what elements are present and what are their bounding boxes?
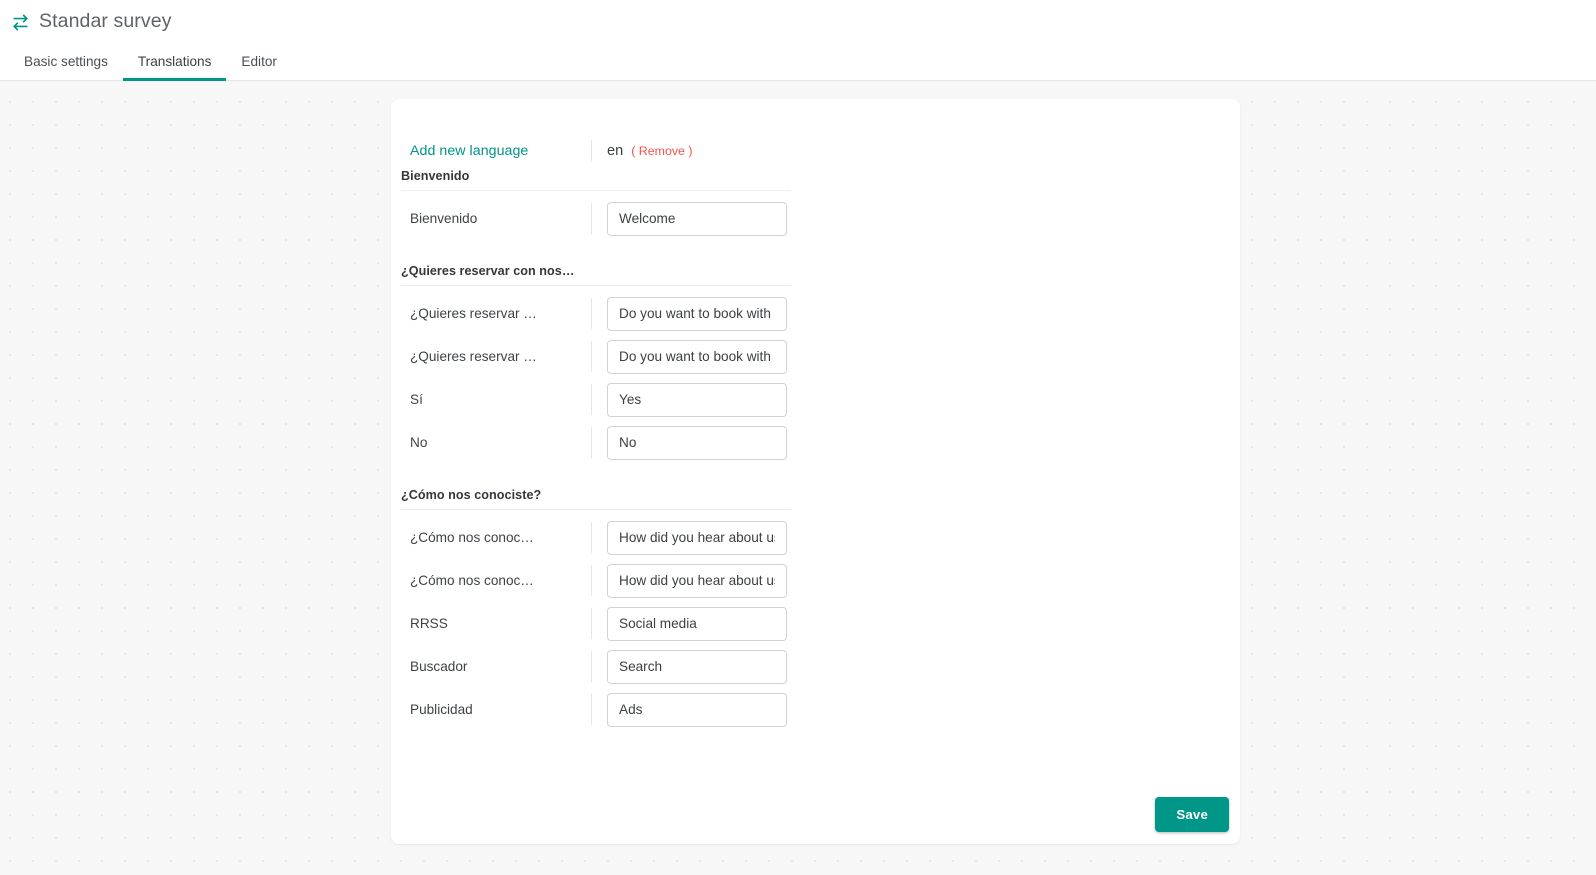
translation-input[interactable] xyxy=(607,563,787,598)
section-title: Bienvenido xyxy=(401,169,791,191)
translation-input[interactable] xyxy=(607,649,787,684)
card-footer: Save xyxy=(1155,797,1229,832)
tab-editor-label: Editor xyxy=(241,54,277,70)
translation-row: ¿Quieres reservar … xyxy=(401,292,1240,335)
tab-basic-settings[interactable]: Basic settings xyxy=(9,55,123,80)
translation-source-label: Buscador xyxy=(410,659,468,674)
translation-field-cell xyxy=(592,201,787,236)
save-button[interactable]: Save xyxy=(1155,797,1229,832)
translation-row: ¿Cómo nos conoc… xyxy=(401,559,1240,602)
tab-editor[interactable]: Editor xyxy=(226,55,292,80)
tab-basic-settings-label: Basic settings xyxy=(24,54,108,70)
translations-card-body: Add new language en ( Remove ) Bienvenid… xyxy=(391,99,1240,844)
translation-section: ¿Cómo nos conociste?¿Cómo nos conoc…¿Cóm… xyxy=(401,488,1240,731)
translation-section: Bienvenido Bienvenido xyxy=(401,169,1240,240)
translation-row: ¿Quieres reservar … xyxy=(401,335,1240,378)
translation-sections: Bienvenido Bienvenido ¿Quieres reservar co… xyxy=(391,169,1240,731)
add-new-language-link[interactable]: Add new language xyxy=(410,143,528,159)
translation-row: Buscador xyxy=(401,645,1240,688)
language-code-label: en xyxy=(607,142,624,159)
page-title-row: Standar survey xyxy=(0,0,1596,37)
translation-field-cell xyxy=(592,649,787,684)
top-bar: Standar survey Basic settings Translatio… xyxy=(0,0,1596,81)
translation-input[interactable] xyxy=(607,606,787,641)
tab-translations[interactable]: Translations xyxy=(122,54,227,81)
translation-row: No xyxy=(401,421,1240,464)
translation-source-label: No xyxy=(410,435,428,450)
translation-field-cell xyxy=(592,692,787,727)
language-bar: Add new language en ( Remove ) xyxy=(401,99,1240,169)
translation-source-label: ¿Cómo nos conoc… xyxy=(410,573,534,588)
translation-input[interactable] xyxy=(607,425,787,460)
add-language-cell: Add new language xyxy=(401,142,591,160)
translation-row: Sí xyxy=(401,378,1240,421)
translation-row: ¿Cómo nos conoc… xyxy=(401,516,1240,559)
translation-field-cell xyxy=(592,425,787,460)
translation-source-label: RRSS xyxy=(410,616,448,631)
translation-field-cell xyxy=(592,606,787,641)
translation-input[interactable] xyxy=(607,296,787,331)
translation-source-label: ¿Quieres reservar … xyxy=(410,349,537,364)
translation-source-label: Publicidad xyxy=(410,702,473,717)
translation-input[interactable] xyxy=(607,520,787,555)
translation-source-label: Sí xyxy=(410,392,423,407)
section-rows: ¿Quieres reservar … ¿Quieres reservar … Sí… xyxy=(401,286,1240,464)
remove-language-link[interactable]: ( Remove ) xyxy=(631,144,692,158)
translation-field-cell xyxy=(592,339,787,374)
translation-input[interactable] xyxy=(607,382,787,417)
translation-row: RRSS xyxy=(401,602,1240,645)
tab-bar: Basic settings Translations Editor xyxy=(0,37,1596,81)
section-rows: ¿Cómo nos conoc… ¿Cómo nos conoc… RRSS Busc… xyxy=(401,510,1240,731)
translation-field-cell xyxy=(592,520,787,555)
translation-row: Bienvenido xyxy=(401,197,1240,240)
translation-source-label: ¿Cómo nos conoc… xyxy=(410,530,534,545)
translation-input[interactable] xyxy=(607,692,787,727)
language-chip: en ( Remove ) xyxy=(592,143,693,159)
translation-input[interactable] xyxy=(607,339,787,374)
translation-source-label: ¿Quieres reservar … xyxy=(410,306,537,321)
translation-input[interactable] xyxy=(607,201,787,236)
section-rows: Bienvenido xyxy=(401,191,1240,240)
section-title: ¿Cómo nos conociste? xyxy=(401,488,791,510)
translation-section: ¿Quieres reservar con nos… ¿Quieres reser… xyxy=(401,264,1240,464)
translation-field-cell xyxy=(592,563,787,598)
translation-row: Publicidad xyxy=(401,688,1240,731)
translation-source-label: Bienvenido xyxy=(410,211,478,226)
page-title: Standar survey xyxy=(39,10,172,33)
translation-field-cell xyxy=(592,382,787,417)
translation-field-cell xyxy=(592,296,787,331)
tab-translations-label: Translations xyxy=(137,54,212,70)
translations-card: Add new language en ( Remove ) Bienvenid… xyxy=(391,99,1240,844)
swap-horizontal-icon xyxy=(11,13,30,32)
section-title: ¿Quieres reservar con nos… xyxy=(401,264,791,286)
